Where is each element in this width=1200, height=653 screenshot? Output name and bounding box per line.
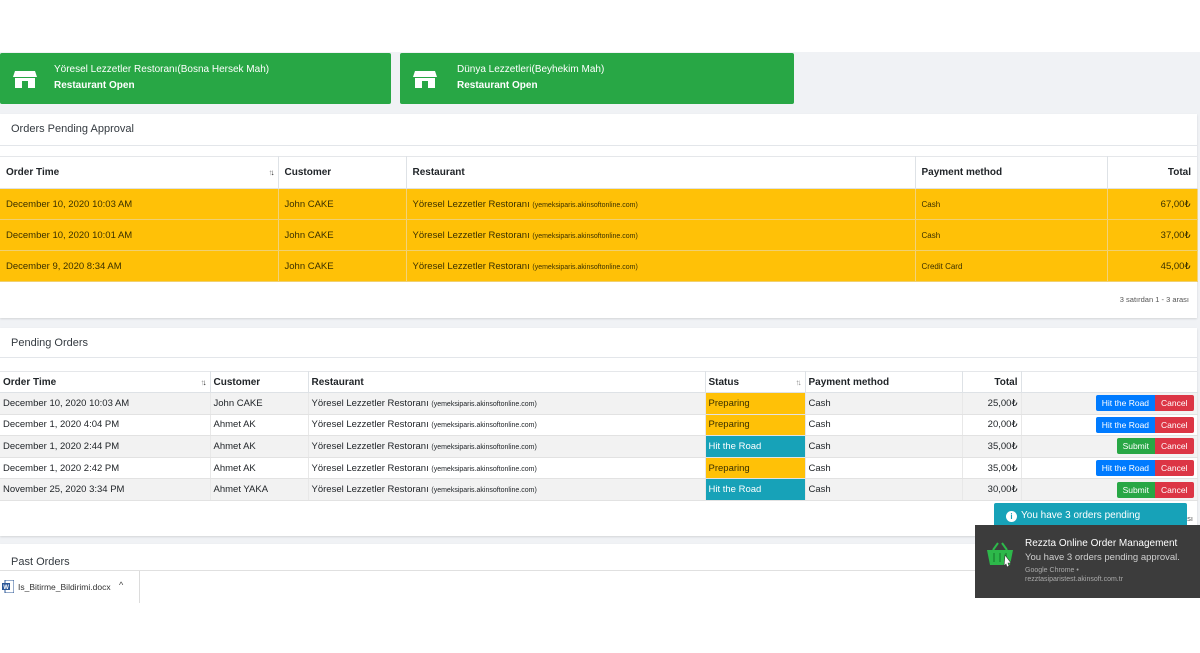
column-order-time[interactable]: Order Time ↑↓ [0,371,211,393]
column-payment[interactable]: Payment method [915,156,1108,189]
divider [0,357,1197,358]
notification-message: You have 3 orders pending approval. [1025,552,1180,563]
column-restaurant[interactable]: Restaurant [406,156,916,189]
hit-the-road-button[interactable]: Hit the Road [1095,460,1156,477]
basket-icon [987,542,1013,567]
notification-source: Google Chrome • [1025,567,1079,574]
pending-approval-panel: Orders Pending Approval Order Time ↑↓ Cus… [0,114,1198,318]
sort-icon: ↑↓ [200,378,207,387]
pagination-info: sı [1187,514,1193,523]
status-badge: Hit the Road [705,478,806,501]
column-actions [1021,371,1197,393]
submit-button[interactable]: Submit [1116,438,1156,455]
download-item[interactable]: W Is_Bitirme_Bildirimi.docx ^ [0,571,140,603]
table-row[interactable]: November 25, 2020 3:34 PM Ahmet YAKA Yör… [0,478,1198,501]
column-total[interactable]: Total [962,371,1022,393]
pagination-info: 3 satırdan 1 - 3 arası [1119,295,1189,304]
cancel-button[interactable]: Cancel [1155,481,1194,498]
panel-title: Pending Orders [11,337,89,349]
status-badge: Hit the Road [705,435,806,458]
column-customer[interactable]: Customer [278,156,407,189]
status-badge: Preparing [705,414,806,437]
restaurant-name: Yöresel Lezzetler Restoranı(Bosna Hersek… [54,64,270,75]
divider [0,145,1197,146]
word-file-icon: W [2,580,14,593]
notification-title: Rezzta Online Order Management [1025,538,1178,549]
pending-orders-table: Order Time ↑↓ Customer Restaurant Status ↑… [0,371,1198,501]
panel-title: Past Orders [11,556,70,568]
store-icon [413,71,437,88]
table-row[interactable]: December 9, 2020 8:34 AM John CAKE Yöres… [0,250,1198,282]
pending-approval-table: Order Time ↑↓ Customer Restaurant Payment… [0,156,1198,282]
sort-icon: ↑↓ [268,168,275,177]
cancel-button[interactable]: Cancel [1155,395,1194,412]
restaurant-name: Dünya Lezzetleri(Beyhekim Mah) [457,64,605,75]
column-restaurant[interactable]: Restaurant [308,371,706,393]
table-row[interactable]: December 1, 2020 2:44 PM Ahmet AK Yörese… [0,435,1198,458]
column-order-time[interactable]: Order Time ↑↓ [0,156,279,189]
status-badge: Preparing [705,457,806,480]
table-row[interactable]: December 10, 2020 10:01 AM John CAKE Yör… [0,219,1198,251]
table-row[interactable]: December 10, 2020 10:03 AM John CAKE Yör… [0,188,1198,220]
download-bar: W Is_Bitirme_Bildirimi.docx ^ [0,570,975,603]
store-icon [13,71,37,88]
panel-title: Orders Pending Approval [11,123,134,135]
cancel-button[interactable]: Cancel [1155,416,1194,433]
column-total[interactable]: Total [1107,156,1197,189]
table-row[interactable]: December 1, 2020 2:42 PM Ahmet AK Yörese… [0,457,1198,480]
hit-the-road-button[interactable]: Hit the Road [1095,395,1156,412]
restaurant-card-2[interactable]: Dünya Lezzetleri(Beyhekim Mah) Restauran… [400,53,794,104]
column-customer[interactable]: Customer [210,371,309,393]
notification-host: rezztasiparistest.akinsoft.com.tr [1025,576,1124,583]
table-row[interactable]: December 10, 2020 10:03 AM John CAKE Yör… [0,392,1198,415]
column-payment[interactable]: Payment method [805,371,963,393]
cancel-button[interactable]: Cancel [1155,438,1194,455]
column-status[interactable]: Status ↑↓ [705,371,806,393]
restaurant-status: Restaurant Open [457,80,538,91]
download-filename: Is_Bitirme_Bildirimi.docx [18,582,111,592]
hit-the-road-button[interactable]: Hit the Road [1095,416,1156,433]
restaurant-card-1[interactable]: Yöresel Lezzetler Restoranı(Bosna Hersek… [0,53,391,104]
toast-text: You have 3 orders pending [1021,510,1141,521]
table-row[interactable]: December 1, 2020 4:04 PM Ahmet AK Yörese… [0,414,1198,437]
status-badge: Preparing [705,392,806,415]
restaurant-status: Restaurant Open [54,80,135,91]
submit-button[interactable]: Submit [1116,481,1156,498]
browser-notification[interactable]: Rezzta Online Order Management You have … [975,525,1200,598]
info-icon: i [1006,511,1017,522]
cancel-button[interactable]: Cancel [1155,460,1194,477]
sort-icon: ↑↓ [795,378,802,387]
svg-text:W: W [3,585,9,591]
chevron-up-icon[interactable]: ^ [119,580,123,590]
